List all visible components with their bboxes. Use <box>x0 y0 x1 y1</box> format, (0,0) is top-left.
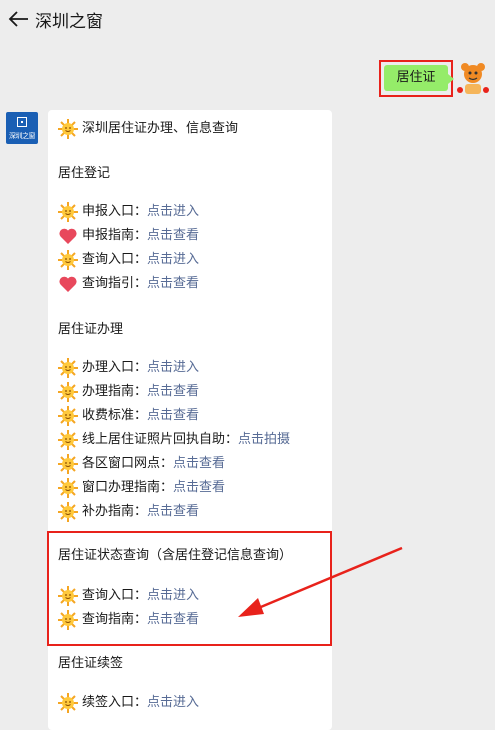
user-avatar[interactable] <box>456 60 490 96</box>
item-label: 续签入口： <box>82 695 148 710</box>
sun-icon <box>58 202 78 222</box>
sun-icon <box>58 502 78 522</box>
item-link[interactable]: 点击查看 <box>147 408 199 423</box>
item-label: 窗口办理指南： <box>82 480 174 495</box>
section-title: 居住登记 <box>58 166 111 181</box>
item-link[interactable]: 点击查看 <box>147 228 199 243</box>
item-label: 线上居住证照片回执自助： <box>82 432 239 447</box>
sun-icon <box>58 382 78 402</box>
status-query-highlight <box>47 531 332 646</box>
item-link[interactable]: 点击查看 <box>147 384 199 399</box>
item-link[interactable]: 点击进入 <box>147 204 199 219</box>
item-link[interactable]: 点击查看 <box>173 456 225 471</box>
back-arrow-icon[interactable] <box>8 8 30 30</box>
top-bar: 深圳之窗 <box>0 0 495 40</box>
sun-icon <box>58 358 78 378</box>
heart-icon <box>59 276 77 292</box>
sun-icon <box>58 406 78 426</box>
item-link[interactable]: 点击进入 <box>147 360 199 375</box>
heart-icon <box>59 228 77 244</box>
item-label: 收费标准： <box>82 408 148 423</box>
item-label: 申报入口： <box>82 204 148 219</box>
item-link[interactable]: 点击进入 <box>147 695 199 710</box>
section-title: 居住证续签 <box>58 656 124 671</box>
item-label: 补办指南： <box>82 504 148 519</box>
intro-text: 深圳居住证办理、信息查询 <box>82 121 239 136</box>
item-link[interactable]: 点击查看 <box>147 504 199 519</box>
item-link[interactable]: 点击查看 <box>147 276 199 291</box>
item-link[interactable]: 点击拍摄 <box>238 432 290 447</box>
item-label: 办理入口： <box>82 360 148 375</box>
item-link[interactable]: 点击查看 <box>173 480 225 495</box>
logo-mark-icon <box>17 117 27 127</box>
item-label: 办理指南： <box>82 384 148 399</box>
sun-icon <box>58 693 78 713</box>
sun-icon <box>58 478 78 498</box>
section-title: 居住证办理 <box>58 322 124 337</box>
sun-icon <box>58 430 78 450</box>
sun-icon <box>58 119 78 139</box>
user-message-bubble: 居住证 <box>384 65 454 91</box>
chat-title: 深圳之窗 <box>35 12 103 32</box>
sun-icon <box>58 454 78 474</box>
sun-icon <box>58 250 78 270</box>
logo-text: 深圳之窗 <box>9 132 36 140</box>
item-label: 申报指南： <box>82 228 148 243</box>
item-label: 查询入口： <box>82 252 148 267</box>
item-link[interactable]: 点击进入 <box>147 252 199 267</box>
item-label: 查询指引： <box>82 276 148 291</box>
account-avatar[interactable]: 深圳之窗 <box>6 112 38 144</box>
item-label: 各区窗口网点： <box>82 456 174 471</box>
